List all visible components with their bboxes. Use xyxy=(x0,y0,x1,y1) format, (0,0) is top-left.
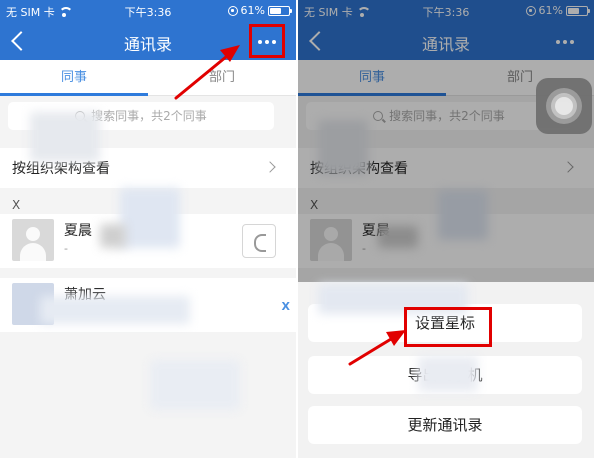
screen-contacts: 无 SIM 卡 下午3:36 61% 通讯录 同事 部门 搜索同事，共2个同事 … xyxy=(0,0,296,458)
pointer-arrow xyxy=(174,45,240,100)
screen-contacts-menu: 无 SIM 卡 下午3:36 61% 通讯录 同事 部门 搜索同事，共2个同事 … xyxy=(298,0,594,458)
pointer-arrow xyxy=(348,330,406,366)
